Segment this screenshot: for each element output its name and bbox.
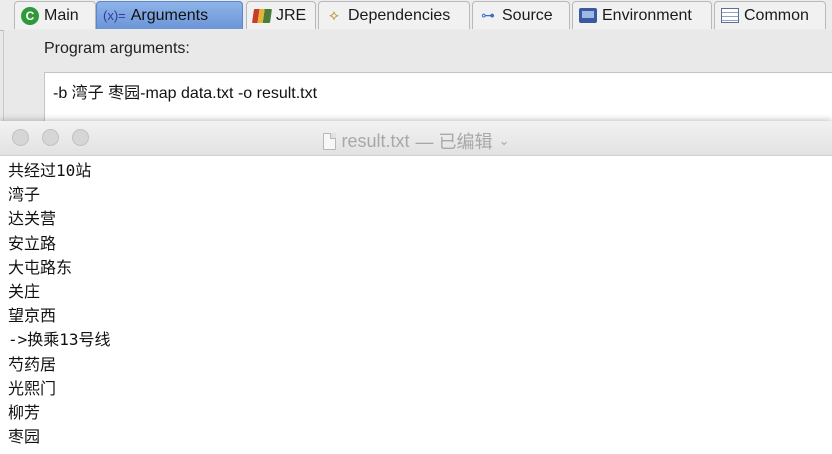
program-arguments-label: Program arguments: bbox=[44, 40, 190, 57]
tab-arguments[interactable]: (x)= Arguments bbox=[96, 1, 243, 29]
text-line: 湾子 bbox=[8, 185, 41, 205]
text-line: 关庄 bbox=[8, 281, 41, 301]
result-text-window: result.txt — 已编辑 ⌄ 共经过10站 湾子达关营安立路大屯路东关庄望… bbox=[0, 121, 832, 454]
source-lookup-icon: ⊶ bbox=[481, 7, 495, 23]
launch-config-tab-bar: C Main (x)= Arguments JRE ⟡ Dependencies… bbox=[0, 0, 832, 31]
tab-arguments-label: Arguments bbox=[130, 6, 209, 24]
window-title-status: — 已编辑 bbox=[415, 132, 493, 152]
tab-source[interactable]: ⊶ Source bbox=[472, 1, 570, 29]
text-line: 枣园 bbox=[8, 427, 41, 447]
environment-icon bbox=[579, 8, 597, 23]
text-line: 共经过10站 bbox=[8, 161, 92, 180]
text-line: 柳芳 bbox=[8, 402, 41, 422]
arguments-panel: Program arguments: -b 湾子 枣园-map data.txt… bbox=[18, 30, 832, 132]
common-icon bbox=[721, 8, 739, 23]
text-line: 达关营 bbox=[8, 209, 57, 229]
text-line: 芍药居 bbox=[8, 354, 57, 374]
text-line: 望京西 bbox=[8, 306, 57, 326]
tab-source-label: Source bbox=[502, 6, 553, 24]
dependencies-icon: ⟡ bbox=[329, 7, 339, 24]
tab-environment[interactable]: Environment bbox=[572, 1, 712, 29]
document-text-area[interactable]: 共经过10站 湾子达关营安立路大屯路东关庄望京西 ->换乘13号线 芍药居光熙门柳芳枣… bbox=[0, 156, 832, 449]
text-line: 大屯路东 bbox=[8, 257, 73, 277]
text-line: 安立路 bbox=[8, 233, 57, 253]
document-icon bbox=[322, 132, 336, 150]
text-line: ->换乘13号线 bbox=[8, 330, 111, 350]
window-titlebar[interactable]: result.txt — 已编辑 ⌄ bbox=[0, 121, 832, 156]
panel-left-edge bbox=[3, 30, 19, 125]
window-title[interactable]: result.txt — 已编辑 ⌄ bbox=[0, 128, 832, 154]
arguments-icon: (x)= bbox=[103, 8, 126, 23]
jre-library-icon bbox=[252, 8, 272, 23]
tab-jre-label: JRE bbox=[276, 6, 307, 24]
tab-jre[interactable]: JRE bbox=[246, 1, 316, 29]
tab-main[interactable]: C Main bbox=[14, 1, 96, 29]
window-title-filename: result.txt bbox=[341, 130, 410, 151]
tab-environment-label: Environment bbox=[602, 6, 692, 24]
tab-dependencies-label: Dependencies bbox=[348, 6, 451, 24]
chevron-down-icon[interactable]: ⌄ bbox=[499, 133, 510, 149]
main-class-icon: C bbox=[21, 6, 39, 25]
tab-common[interactable]: Common bbox=[714, 1, 826, 29]
tab-common-label: Common bbox=[744, 6, 809, 24]
tab-main-label: Main bbox=[44, 6, 79, 24]
text-line: 光熙门 bbox=[8, 378, 57, 398]
tab-dependencies[interactable]: ⟡ Dependencies bbox=[318, 1, 470, 29]
